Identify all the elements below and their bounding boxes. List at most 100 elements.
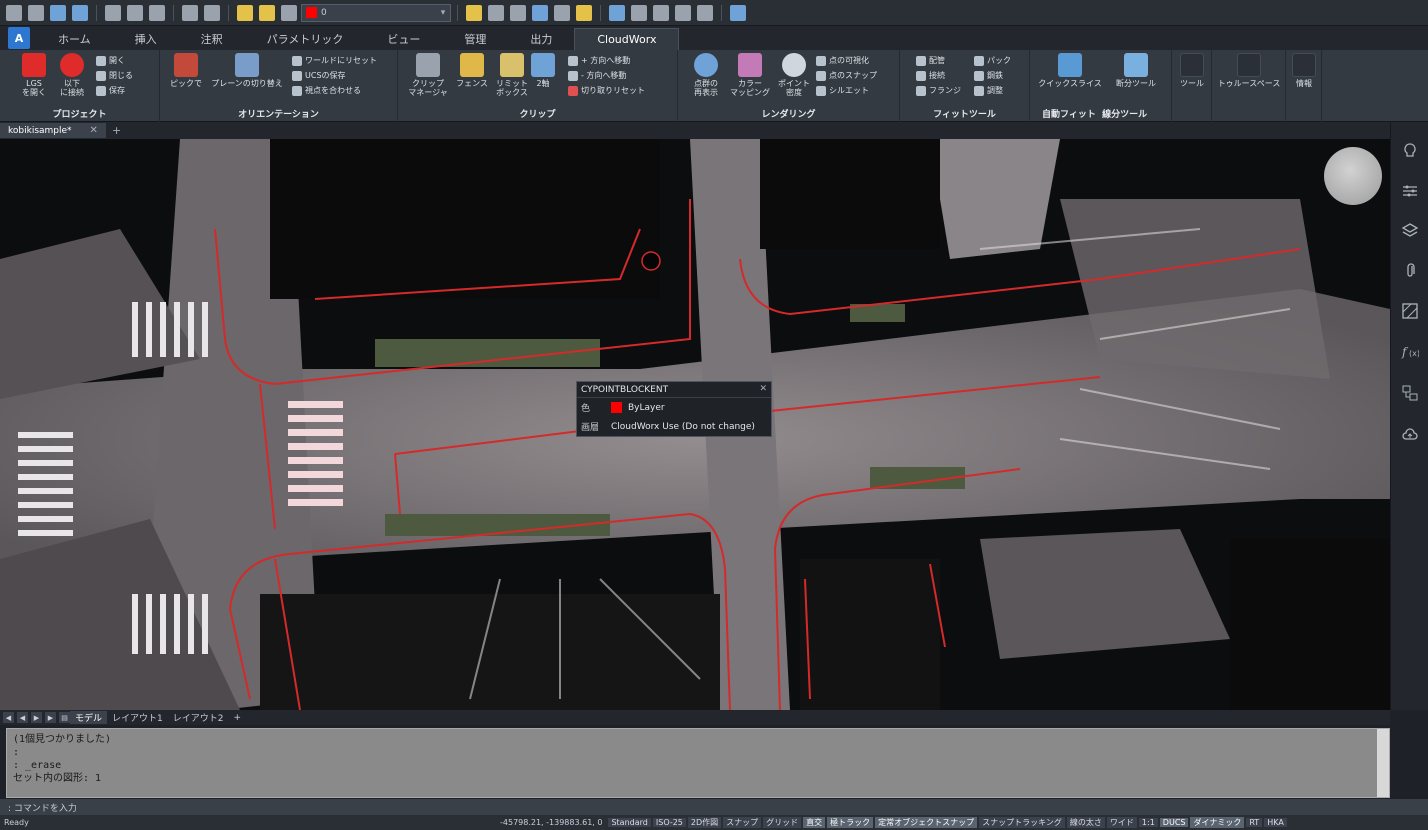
status-toggle[interactable]: 1:1 [1138,818,1158,827]
panel-title-project[interactable]: プロジェクト [0,107,159,120]
next-layout-icon[interactable]: ▶ [31,712,42,723]
layer-match-icon[interactable] [466,4,482,21]
quick-slice-button[interactable]: クイックスライス [1038,53,1102,88]
layer-on-icon[interactable] [576,4,592,21]
status-toggle[interactable]: ワイド [1106,817,1137,828]
save-as-icon[interactable] [72,4,88,21]
point-density-button[interactable]: ポイント 密度 [772,53,816,97]
command-input[interactable]: : コマンドを入力 [0,799,1428,815]
new-file-icon[interactable] [6,4,22,21]
screenshot-icon[interactable] [697,4,713,21]
move-plus-button[interactable]: + 方向へ移動 [568,54,630,67]
save-ucs-button[interactable]: UCSの保存 [292,69,346,82]
status-toggle[interactable]: HKA [1264,818,1287,827]
tab-view[interactable]: ビュー [365,28,442,50]
toggle-plane-button[interactable]: プレーンの切り替え [211,53,283,88]
cloud-upload-icon[interactable] [1401,426,1419,444]
layout-list-icon[interactable]: ▤ [59,712,70,723]
segment-tool-button[interactable]: 断分ツール [1106,53,1166,88]
steel-button[interactable]: 鋼鉄 [974,69,1003,82]
document-tab[interactable]: kobikisample* ✕ [0,123,106,138]
sliders-icon[interactable] [1401,182,1419,200]
prev-layout-icon[interactable]: ◀ [17,712,28,723]
status-toggle[interactable]: ダイナミック [1190,817,1245,828]
status-toggle[interactable]: RT [1246,818,1263,827]
tools-button[interactable]: ツール [1174,53,1210,88]
status-toggle[interactable]: スナップトラッキング [979,817,1065,828]
truespace-button[interactable]: トゥルースペース [1218,53,1280,88]
status-toggle[interactable]: 極トラック [827,817,874,828]
flange-button[interactable]: フランジ [916,84,961,97]
save-project-button[interactable]: 保存 [96,84,125,97]
pick-button[interactable]: ピックで [164,53,208,88]
tab-layout2[interactable]: レイアウト2 [168,711,229,724]
last-layout-icon[interactable]: ▶ [45,712,56,723]
move-minus-button[interactable]: - 方向へ移動 [568,69,626,82]
adjust-button[interactable]: 調整 [974,84,1003,97]
open-file-icon[interactable] [28,4,44,21]
print-preview-icon[interactable] [127,4,143,21]
command-scrollbar[interactable] [1377,729,1389,797]
measure-icon[interactable] [488,4,504,21]
clip-manager-button[interactable]: クリップ マネージャ [406,53,450,97]
tab-annotate[interactable]: 注釈 [179,28,245,50]
lightbulb-icon[interactable] [1401,142,1419,160]
align-view-button[interactable]: 視点を合わせる [292,84,361,97]
color-mapping-button[interactable]: カラー マッピング [728,53,772,97]
reset-world-button[interactable]: ワールドにリセット [292,54,377,67]
silhouette-button[interactable]: シルエット [816,84,869,97]
layer-isolate-icon[interactable] [510,4,526,21]
plot-icon[interactable] [105,4,121,21]
status-toggle[interactable]: 定常オブジェクトスナップ [875,817,978,828]
close-icon[interactable]: ✕ [759,384,767,394]
layer-sun-icon[interactable] [259,4,275,21]
tab-output[interactable]: 出力 [508,28,574,50]
application-menu-button[interactable]: A [8,27,30,49]
blocks-icon[interactable] [1401,384,1419,402]
publish-icon[interactable] [149,4,165,21]
drawing-viewport[interactable]: CYPOINTBLOCKENT ✕ 色 ByLayer 画層 CloudWorx… [0,139,1390,710]
close-button[interactable]: 閉じる [96,69,133,82]
layer-bulb-icon[interactable] [237,4,253,21]
point-visibility-button[interactable]: 点の可視化 [816,54,869,67]
first-layout-icon[interactable]: ◀ [3,712,14,723]
add-layout-icon[interactable]: + [228,713,246,723]
function-icon[interactable]: f (x) [1401,342,1419,360]
match-properties-icon[interactable] [631,4,647,21]
status-toggle[interactable]: 直交 [803,817,826,828]
redo-icon[interactable] [204,4,220,21]
info-button[interactable]: 情報 [1286,53,1322,88]
attach-icon[interactable] [1401,262,1419,280]
fence-button[interactable]: フェンス [450,53,494,88]
layers-icon[interactable] [1401,222,1419,240]
hatch-icon[interactable] [1401,302,1419,320]
reset-clip-button[interactable]: 切り取りリセット [568,84,645,97]
layer-lock-icon[interactable] [281,4,297,21]
open-button[interactable]: 開く [96,54,125,67]
status-dim-style[interactable]: ISO-25 [652,818,686,827]
new-tab-icon[interactable]: + [112,124,121,137]
connect-fit-button[interactable]: 接続 [916,69,945,82]
status-toggle[interactable]: グリッド [763,817,802,828]
status-workspace[interactable]: 2D作図 [687,817,722,828]
tab-manage[interactable]: 管理 [442,28,508,50]
status-toggle[interactable]: スナップ [723,817,762,828]
command-history[interactable]: (1個見つかりました) : : _erase セット内の図形: 1 [6,728,1390,798]
status-toggle[interactable]: DUCS [1159,818,1189,827]
viewcube-compass[interactable] [1324,147,1382,205]
segment-title[interactable]: 線分ツール [1102,110,1147,120]
layer-dropdown[interactable]: 0 ▾ [301,3,451,22]
pipe-button[interactable]: 配管 [916,54,945,67]
undo-icon[interactable] [182,4,198,21]
tab-parametric[interactable]: パラメトリック [245,28,366,50]
tab-home[interactable]: ホーム [36,28,113,50]
pack-button[interactable]: パック [974,54,1011,67]
tab-insert[interactable]: 挿入 [113,28,179,50]
layer-walk-icon[interactable] [532,4,548,21]
tab-model[interactable]: モデル [70,711,108,724]
tab-cloudworx[interactable]: CloudWorx [574,28,680,50]
save-icon[interactable] [50,4,66,21]
tab-layout1[interactable]: レイアウト1 [107,711,168,724]
status-text-style[interactable]: Standard [608,818,651,827]
calculator-icon[interactable] [675,4,691,21]
